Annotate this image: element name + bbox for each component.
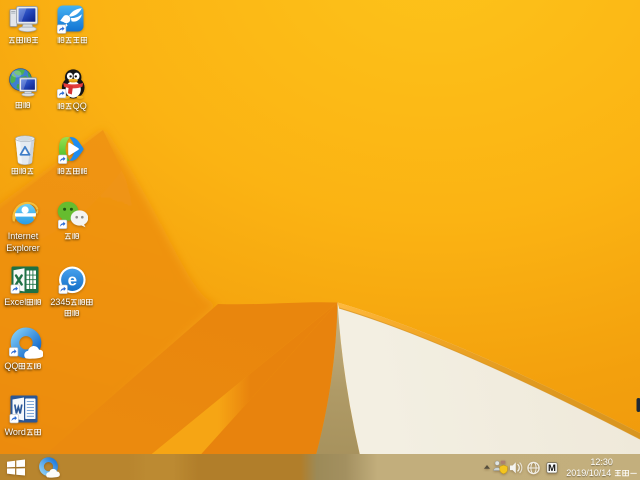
svg-text:e: e (68, 271, 77, 290)
svg-text:M: M (548, 463, 556, 474)
